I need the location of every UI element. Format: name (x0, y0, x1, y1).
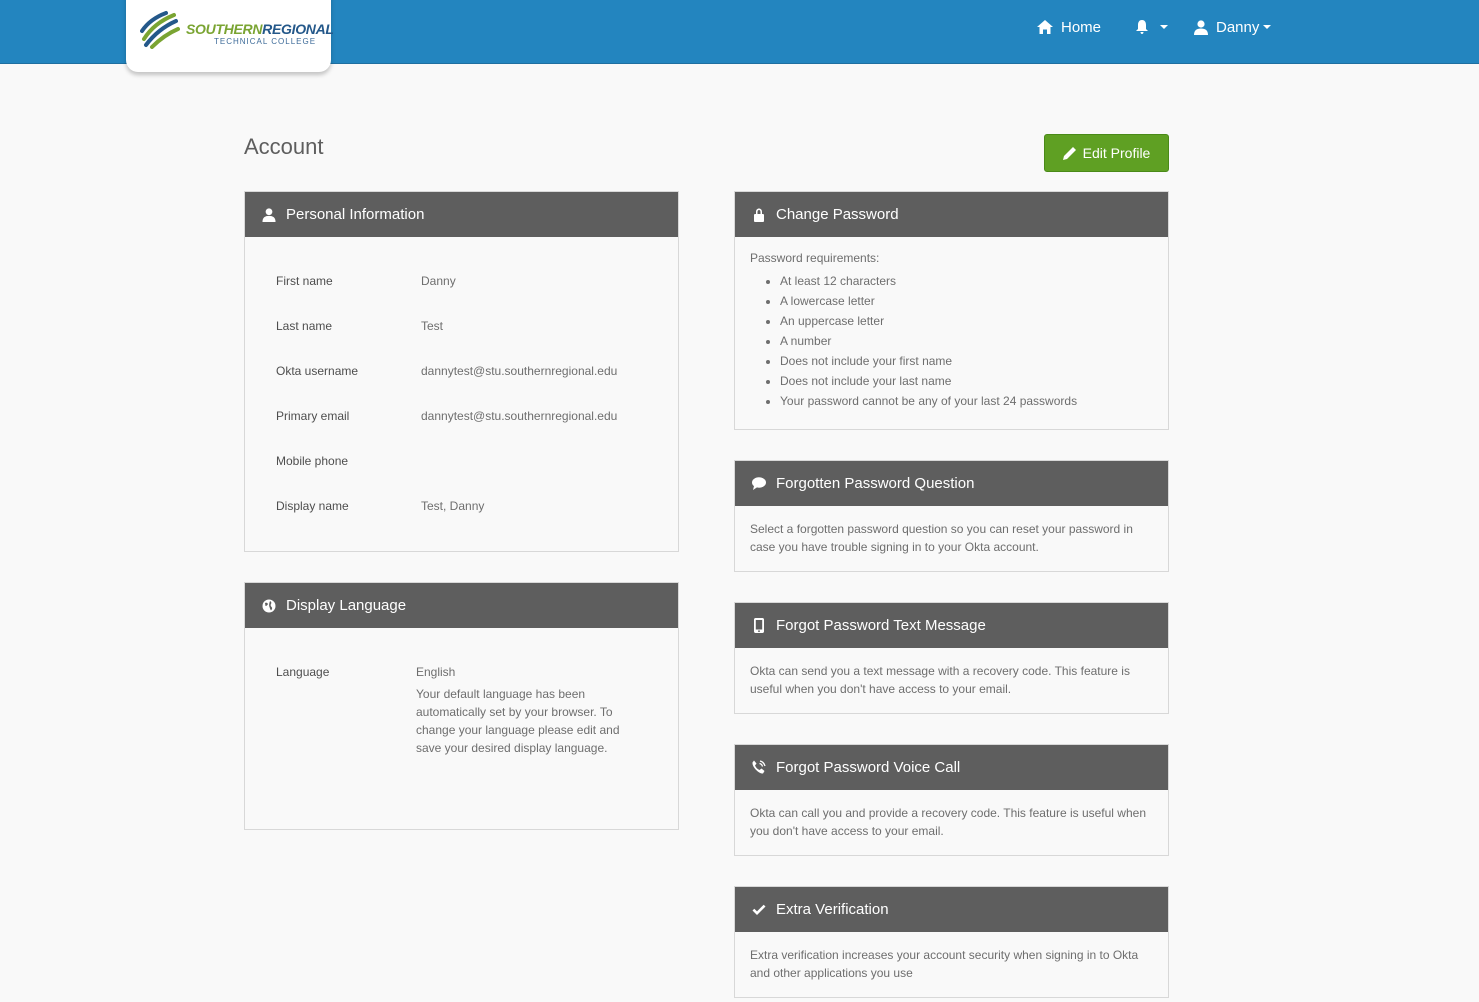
checkmark-icon (751, 902, 766, 917)
user-menu-label: Danny (1216, 18, 1260, 36)
college-logo[interactable]: SOUTHERNREGIONAL TECHNICAL COLLEGE (126, 0, 334, 72)
change-password-panel: Change Password Password requirements: A… (734, 191, 1169, 430)
user-menu-dropdown[interactable]: Danny (1194, 16, 1272, 38)
panel-header: Personal Information (245, 192, 678, 237)
forgotten-password-question-panel: Forgotten Password Question Select a for… (734, 460, 1169, 572)
top-navigation-bar: SOUTHERNREGIONAL TECHNICAL COLLEGE Home … (0, 0, 1479, 72)
forgot-password-text-message-panel: Forgot Password Text Message Okta can se… (734, 602, 1169, 714)
field-value: Test, Danny (421, 499, 485, 513)
personal-information-panel: Personal Information First name Danny La… (244, 191, 679, 552)
panel-header: Forgot Password Text Message (735, 603, 1168, 648)
field-label: First name (276, 274, 333, 288)
password-requirements-list: At least 12 characters A lowercase lette… (750, 271, 1153, 411)
panel-body: Select a forgotten password question so … (750, 522, 1133, 554)
display-language-panel: Display Language Language English Your d… (244, 582, 679, 830)
requirement-item: At least 12 characters (780, 271, 1153, 291)
panel-body: Extra verification increases your accoun… (750, 948, 1139, 980)
logo-text-southern: SOUTHERN (186, 21, 263, 37)
password-requirements-intro: Password requirements: (750, 251, 880, 265)
requirement-item: Does not include your last name (780, 371, 1153, 391)
nav-home-label: Home (1061, 18, 1102, 36)
forgot-password-voice-call-panel: Forgot Password Voice Call Okta can call… (734, 744, 1169, 856)
mobile-phone-icon (751, 618, 766, 633)
panel-header: Forgotten Password Question (735, 461, 1168, 506)
panel-header: Extra Verification (735, 887, 1168, 932)
panel-body: Password requirements: At least 12 chara… (735, 237, 1168, 425)
panel-title: Forgot Password Voice Call (776, 759, 961, 776)
notifications-dropdown[interactable] (1134, 16, 1168, 38)
field-label: Primary email (276, 409, 350, 423)
language-help-text: Your default language has been automatic… (416, 687, 620, 755)
pencil-icon (1062, 147, 1076, 160)
field-value: dannytest@stu.southernregional.edu (421, 409, 618, 423)
panel-title: Forgot Password Text Message (776, 617, 986, 634)
globe-icon (261, 598, 276, 613)
field-label: Okta username (276, 364, 359, 378)
edit-profile-button[interactable]: Edit Profile (1044, 134, 1169, 172)
logo-subtitle: TECHNICAL COLLEGE (214, 37, 317, 46)
panel-title: Personal Information (286, 206, 425, 223)
requirement-item: A lowercase letter (780, 291, 1153, 311)
requirement-item: A number (780, 331, 1153, 351)
panel-header: Forgot Password Voice Call (735, 745, 1168, 790)
logo-wordmark: SOUTHERNREGIONAL (186, 21, 334, 37)
nav-home-link[interactable]: Home (1037, 16, 1101, 38)
panel-body: Okta can send you a text message with a … (750, 664, 1130, 696)
panel-header: Display Language (245, 583, 678, 628)
requirement-item: An uppercase letter (780, 311, 1153, 331)
user-icon (1194, 19, 1208, 35)
panel-title: Forgotten Password Question (776, 475, 975, 492)
logo-mark-icon (140, 11, 180, 49)
panel-title: Display Language (286, 597, 407, 614)
page-title: Account (244, 134, 324, 159)
language-value: English (416, 665, 456, 679)
requirement-item: Your password cannot be any of your last… (780, 391, 1153, 411)
person-icon (261, 207, 276, 222)
speech-bubble-icon (751, 476, 766, 491)
chevron-down-icon (1263, 25, 1272, 29)
requirement-item: Does not include your first name (780, 351, 1153, 371)
home-icon (1037, 20, 1053, 34)
field-label: Last name (276, 319, 333, 333)
field-label: Mobile phone (276, 454, 349, 468)
field-label: Display name (276, 499, 349, 513)
field-value: Danny (421, 274, 456, 288)
chevron-down-icon (1160, 25, 1168, 29)
bell-icon (1136, 20, 1148, 34)
panel-header: Change Password (735, 192, 1168, 237)
panel-body: Okta can call you and provide a recovery… (750, 806, 1146, 838)
extra-verification-panel: Extra Verification Extra verification in… (734, 886, 1169, 998)
logo-text-regional: REGIONAL (262, 21, 334, 37)
panel-title: Extra Verification (776, 901, 889, 918)
panel-title: Change Password (776, 206, 899, 223)
edit-profile-label: Edit Profile (1082, 145, 1151, 161)
lock-icon (751, 207, 766, 222)
field-value: Test (421, 319, 444, 333)
language-label: Language (276, 665, 330, 679)
field-value: dannytest@stu.southernregional.edu (421, 364, 618, 378)
phone-call-icon (751, 760, 766, 775)
